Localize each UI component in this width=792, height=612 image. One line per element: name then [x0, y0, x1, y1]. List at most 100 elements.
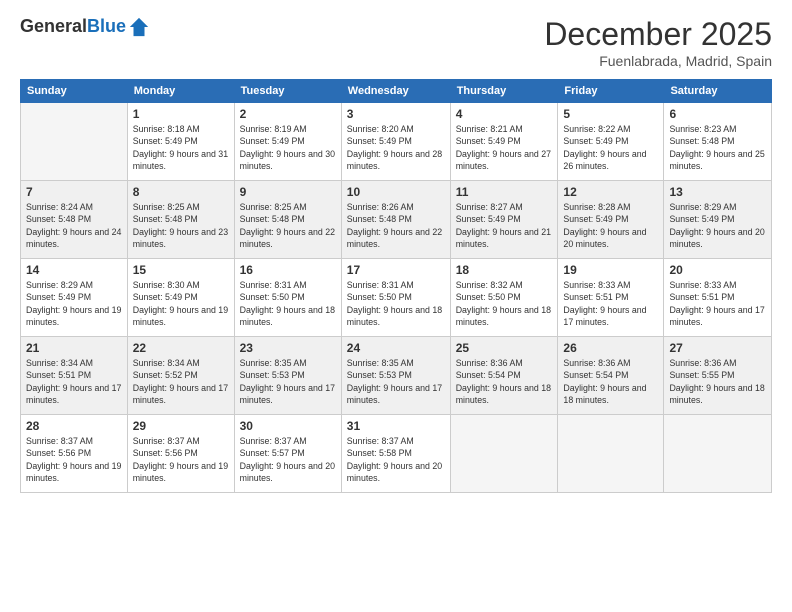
calendar-cell: 28 Sunrise: 8:37 AMSunset: 5:56 PMDayligh…	[21, 415, 128, 493]
calendar-cell: 20Sunrise: 8:33 AMSunset: 5:51 PMDayligh…	[664, 259, 772, 337]
logo: GeneralBlue	[20, 16, 150, 38]
calendar-cell: 29Sunrise: 8:37 AMSunset: 5:56 PMDayligh…	[127, 415, 234, 493]
day-number: 10	[347, 185, 445, 199]
day-number: 4	[456, 107, 553, 121]
day-number: 27	[669, 341, 766, 355]
day-number: 6	[669, 107, 766, 121]
day-info: Sunrise: 8:25 AMSunset: 5:48 PMDaylight:…	[133, 201, 229, 250]
day-info: Sunrise: 8:24 AMSunset: 5:48 PMDaylight:…	[26, 201, 122, 250]
day-number: 16	[240, 263, 336, 277]
calendar-table: SundayMondayTuesdayWednesdayThursdayFrid…	[20, 79, 772, 493]
day-info: Sunrise: 8:37 AMSunset: 5:58 PMDaylight:…	[347, 435, 445, 484]
calendar-cell: 17Sunrise: 8:31 AMSunset: 5:50 PMDayligh…	[341, 259, 450, 337]
title-block: December 2025 Fuenlabrada, Madrid, Spain	[544, 16, 772, 69]
calendar-cell: 5 Sunrise: 8:22 AMSunset: 5:49 PMDaylight…	[558, 103, 664, 181]
week-row: 1Sunrise: 8:18 AMSunset: 5:49 PMDaylight…	[21, 103, 772, 181]
location: Fuenlabrada, Madrid, Spain	[544, 53, 772, 69]
day-number: 17	[347, 263, 445, 277]
day-info: Sunrise: 8:20 AMSunset: 5:49 PMDaylight:…	[347, 123, 445, 172]
logo-icon	[128, 16, 150, 38]
week-row: 28 Sunrise: 8:37 AMSunset: 5:56 PMDayligh…	[21, 415, 772, 493]
day-info: Sunrise: 8:36 AMSunset: 5:54 PMDaylight:…	[456, 357, 553, 406]
calendar-cell: 11 Sunrise: 8:27 AMSunset: 5:49 PMDayligh…	[450, 181, 558, 259]
calendar-cell	[21, 103, 128, 181]
day-info: Sunrise: 8:31 AMSunset: 5:50 PMDaylight:…	[240, 279, 336, 328]
day-number: 12	[563, 185, 658, 199]
day-info: Sunrise: 8:22 AMSunset: 5:49 PMDaylight:…	[563, 123, 658, 172]
day-number: 8	[133, 185, 229, 199]
day-number: 2	[240, 107, 336, 121]
day-header-thursday: Thursday	[450, 80, 558, 103]
header: GeneralBlue December 2025 Fuenlabrada, M…	[20, 16, 772, 69]
calendar-cell	[664, 415, 772, 493]
week-row: 14 Sunrise: 8:29 AMSunset: 5:49 PMDayligh…	[21, 259, 772, 337]
calendar-cell: 14 Sunrise: 8:29 AMSunset: 5:49 PMDayligh…	[21, 259, 128, 337]
day-number: 25	[456, 341, 553, 355]
calendar-cell: 1Sunrise: 8:18 AMSunset: 5:49 PMDaylight…	[127, 103, 234, 181]
day-number: 19	[563, 263, 658, 277]
day-header-sunday: Sunday	[21, 80, 128, 103]
day-info: Sunrise: 8:33 AMSunset: 5:51 PMDaylight:…	[563, 279, 658, 328]
day-number: 28	[26, 419, 122, 433]
day-info: Sunrise: 8:29 AMSunset: 5:49 PMDaylight:…	[669, 201, 766, 250]
week-row: 21 Sunrise: 8:34 AMSunset: 5:51 PMDayligh…	[21, 337, 772, 415]
day-info: Sunrise: 8:33 AMSunset: 5:51 PMDaylight:…	[669, 279, 766, 328]
calendar-cell: 31 Sunrise: 8:37 AMSunset: 5:58 PMDayligh…	[341, 415, 450, 493]
day-number: 30	[240, 419, 336, 433]
day-info: Sunrise: 8:19 AMSunset: 5:49 PMDaylight:…	[240, 123, 336, 172]
day-info: Sunrise: 8:32 AMSunset: 5:50 PMDaylight:…	[456, 279, 553, 328]
calendar-cell: 26 Sunrise: 8:36 AMSunset: 5:54 PMDayligh…	[558, 337, 664, 415]
day-info: Sunrise: 8:34 AMSunset: 5:51 PMDaylight:…	[26, 357, 122, 406]
calendar-cell: 8 Sunrise: 8:25 AMSunset: 5:48 PMDaylight…	[127, 181, 234, 259]
calendar-cell: 13Sunrise: 8:29 AMSunset: 5:49 PMDayligh…	[664, 181, 772, 259]
calendar-cell: 30Sunrise: 8:37 AMSunset: 5:57 PMDayligh…	[234, 415, 341, 493]
calendar-cell: 19 Sunrise: 8:33 AMSunset: 5:51 PMDayligh…	[558, 259, 664, 337]
day-info: Sunrise: 8:30 AMSunset: 5:49 PMDaylight:…	[133, 279, 229, 328]
calendar-cell: 6 Sunrise: 8:23 AMSunset: 5:48 PMDaylight…	[664, 103, 772, 181]
day-number: 5	[563, 107, 658, 121]
day-number: 15	[133, 263, 229, 277]
day-number: 14	[26, 263, 122, 277]
calendar-cell: 4Sunrise: 8:21 AMSunset: 5:49 PMDaylight…	[450, 103, 558, 181]
day-header-wednesday: Wednesday	[341, 80, 450, 103]
calendar-cell: 12Sunrise: 8:28 AMSunset: 5:49 PMDayligh…	[558, 181, 664, 259]
calendar-cell: 15 Sunrise: 8:30 AMSunset: 5:49 PMDayligh…	[127, 259, 234, 337]
day-header-friday: Friday	[558, 80, 664, 103]
calendar-cell: 16 Sunrise: 8:31 AMSunset: 5:50 PMDayligh…	[234, 259, 341, 337]
calendar-cell: 21 Sunrise: 8:34 AMSunset: 5:51 PMDayligh…	[21, 337, 128, 415]
calendar-cell: 23Sunrise: 8:35 AMSunset: 5:53 PMDayligh…	[234, 337, 341, 415]
day-number: 9	[240, 185, 336, 199]
day-number: 11	[456, 185, 553, 199]
day-header-monday: Monday	[127, 80, 234, 103]
calendar-cell: 27 Sunrise: 8:36 AMSunset: 5:55 PMDayligh…	[664, 337, 772, 415]
day-number: 1	[133, 107, 229, 121]
day-number: 31	[347, 419, 445, 433]
day-number: 24	[347, 341, 445, 355]
calendar-cell: 2 Sunrise: 8:19 AMSunset: 5:49 PMDaylight…	[234, 103, 341, 181]
day-number: 21	[26, 341, 122, 355]
calendar-cell	[450, 415, 558, 493]
day-info: Sunrise: 8:23 AMSunset: 5:48 PMDaylight:…	[669, 123, 766, 172]
day-number: 18	[456, 263, 553, 277]
day-info: Sunrise: 8:35 AMSunset: 5:53 PMDaylight:…	[347, 357, 445, 406]
day-number: 7	[26, 185, 122, 199]
calendar-cell: 7 Sunrise: 8:24 AMSunset: 5:48 PMDaylight…	[21, 181, 128, 259]
day-info: Sunrise: 8:35 AMSunset: 5:53 PMDaylight:…	[240, 357, 336, 406]
day-info: Sunrise: 8:36 AMSunset: 5:54 PMDaylight:…	[563, 357, 658, 406]
month-title: December 2025	[544, 16, 772, 53]
day-info: Sunrise: 8:34 AMSunset: 5:52 PMDaylight:…	[133, 357, 229, 406]
day-info: Sunrise: 8:29 AMSunset: 5:49 PMDaylight:…	[26, 279, 122, 328]
day-info: Sunrise: 8:25 AMSunset: 5:48 PMDaylight:…	[240, 201, 336, 250]
calendar-cell: 18 Sunrise: 8:32 AMSunset: 5:50 PMDayligh…	[450, 259, 558, 337]
day-info: Sunrise: 8:36 AMSunset: 5:55 PMDaylight:…	[669, 357, 766, 406]
day-info: Sunrise: 8:27 AMSunset: 5:49 PMDaylight:…	[456, 201, 553, 250]
day-number: 26	[563, 341, 658, 355]
calendar-cell: 9 Sunrise: 8:25 AMSunset: 5:48 PMDaylight…	[234, 181, 341, 259]
day-number: 29	[133, 419, 229, 433]
day-number: 22	[133, 341, 229, 355]
day-number: 3	[347, 107, 445, 121]
week-row: 7 Sunrise: 8:24 AMSunset: 5:48 PMDaylight…	[21, 181, 772, 259]
day-info: Sunrise: 8:37 AMSunset: 5:56 PMDaylight:…	[26, 435, 122, 484]
calendar-cell: 25 Sunrise: 8:36 AMSunset: 5:54 PMDayligh…	[450, 337, 558, 415]
logo-text: GeneralBlue	[20, 17, 126, 37]
